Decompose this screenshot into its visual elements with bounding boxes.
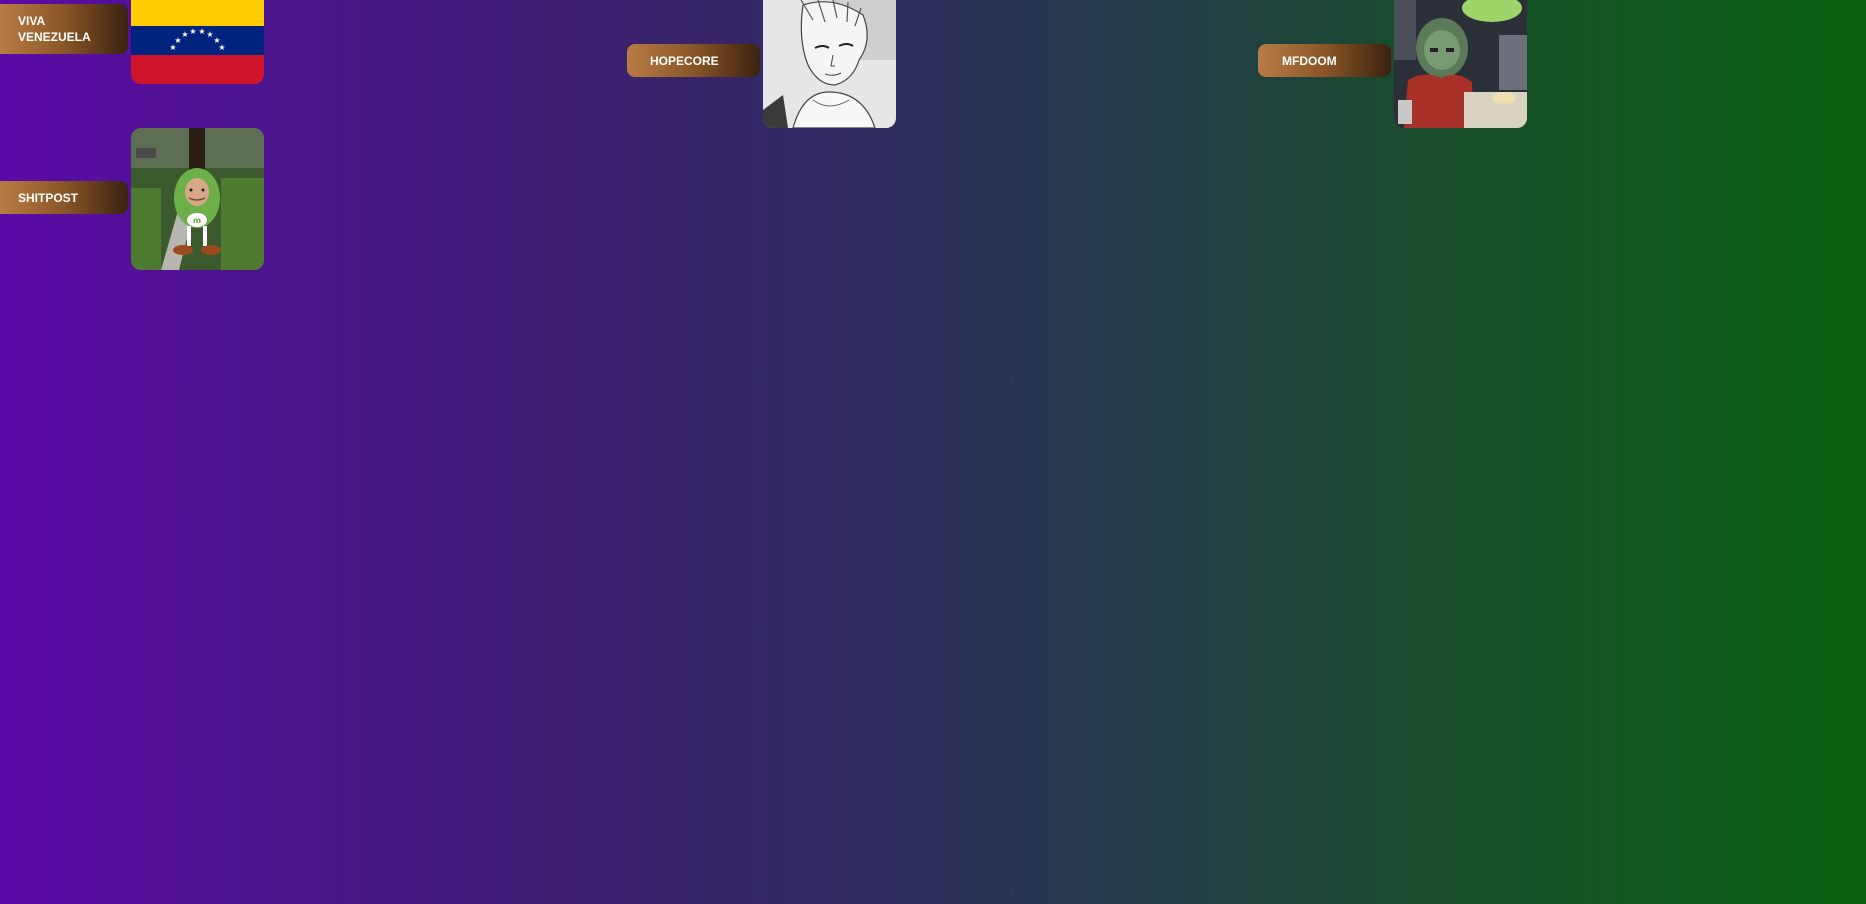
tile-label[interactable]: HOPECORE <box>627 44 760 77</box>
manga-portrait-image[interactable] <box>763 0 896 128</box>
tile-label-text: SHITPOST <box>18 190 79 205</box>
tile-label-text: VIVA VENEZUELA <box>18 14 91 44</box>
tile-label[interactable]: SHITPOST <box>0 181 128 214</box>
svg-text:★: ★ <box>198 27 205 36</box>
green-mm-character-image[interactable]: m <box>131 128 264 270</box>
tile-label[interactable]: VIVA VENEZUELA <box>0 4 128 54</box>
tile-label-text: HOPECORE <box>650 53 719 68</box>
svg-text:m: m <box>193 216 201 225</box>
mfdoom-album-art-image[interactable] <box>1394 0 1527 128</box>
svg-text:★: ★ <box>181 30 188 39</box>
venezuela-flag-image[interactable]: ★ ★ ★ ★ ★ ★ ★ ★ <box>131 0 264 84</box>
svg-text:★: ★ <box>218 43 225 52</box>
svg-text:★: ★ <box>189 27 196 36</box>
tile-label[interactable]: MFDOOM <box>1258 44 1391 77</box>
tile-label-text: MFDOOM <box>1282 53 1337 68</box>
